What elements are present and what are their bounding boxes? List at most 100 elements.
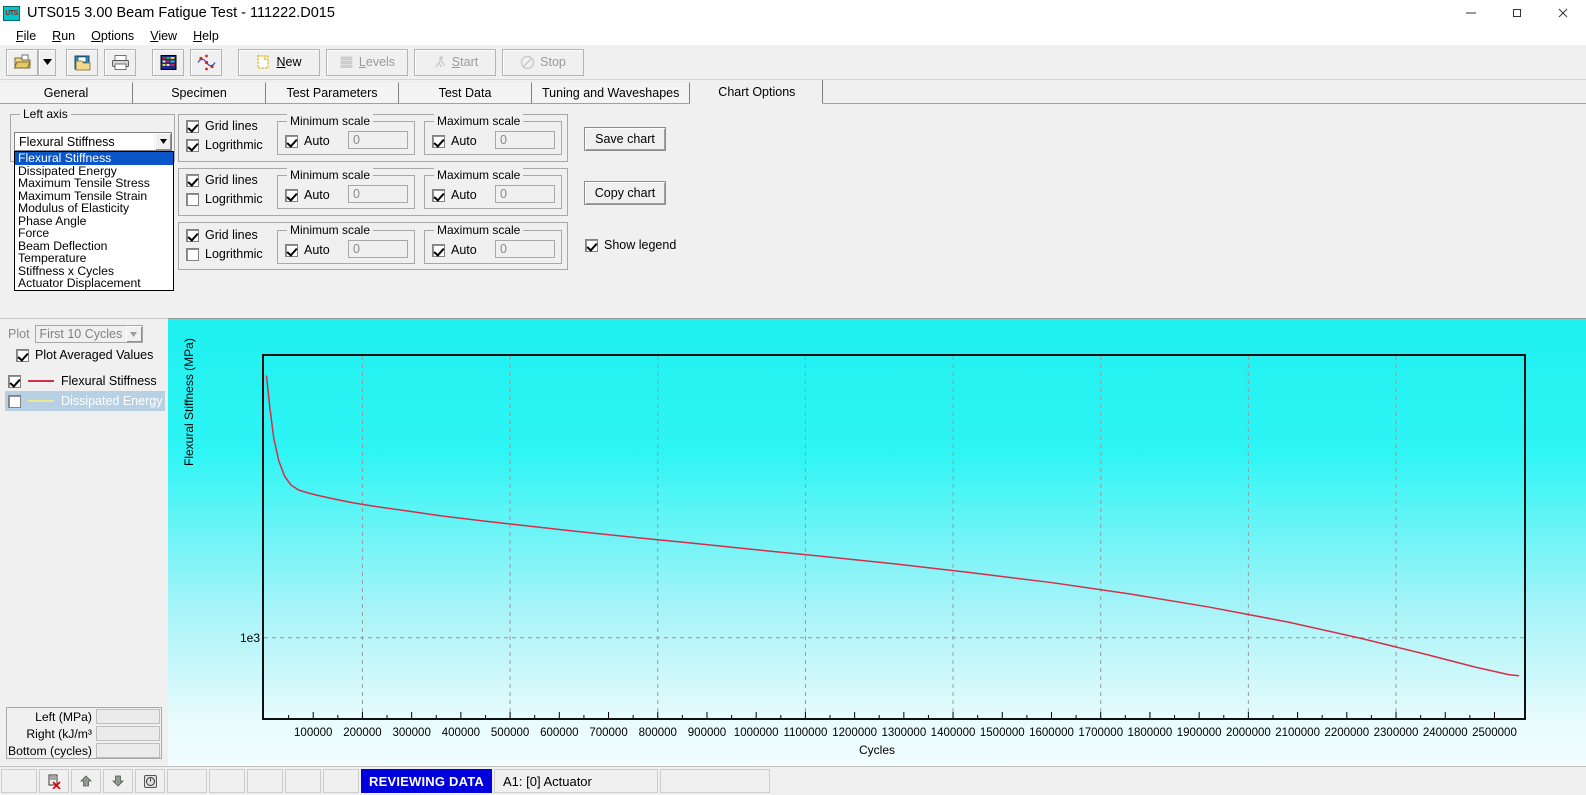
minimize-button[interactable] xyxy=(1448,0,1494,26)
chevron-down-icon xyxy=(160,139,167,144)
row2-gridlines-label: Grid lines xyxy=(205,173,258,187)
row2-min-value-input[interactable]: 0 xyxy=(348,185,408,203)
row2-min-value: 0 xyxy=(353,187,360,201)
dropdown-item-actuator-displacement[interactable]: Actuator Displacement xyxy=(15,277,173,290)
levels-button-label: Levels xyxy=(359,55,395,69)
x-axis-tick-label: 1100000 xyxy=(783,727,827,739)
open-folder-icon xyxy=(13,54,32,71)
menu-help[interactable]: Help xyxy=(185,28,227,44)
save-chart-button[interactable]: Save chart xyxy=(584,127,666,151)
row3-min-auto-checkbox[interactable]: Auto xyxy=(285,243,330,257)
menu-options[interactable]: Options xyxy=(83,28,142,44)
checkbox-glyph xyxy=(16,349,29,362)
cancel-test-icon xyxy=(47,774,62,789)
row2-min-auto-checkbox[interactable]: Auto xyxy=(285,188,330,202)
chart-view-button[interactable] xyxy=(190,49,222,76)
maximize-button[interactable] xyxy=(1494,0,1540,26)
row3-gridlines-checkbox[interactable]: Grid lines xyxy=(186,228,258,242)
copy-chart-button[interactable]: Copy chart xyxy=(584,181,666,205)
show-legend-checkbox[interactable]: Show legend xyxy=(585,238,676,252)
tab-test-data[interactable]: Test Data xyxy=(399,82,532,103)
open-file-button[interactable] xyxy=(6,49,38,76)
y-axis-tick-label: 1e3 xyxy=(240,631,260,645)
gauge-button[interactable] xyxy=(135,769,165,793)
readout-value-left xyxy=(96,709,160,724)
plot-frame[interactable]: Flexural Stiffness (MPa) 1e3 xyxy=(262,354,1526,720)
show-legend-label: Show legend xyxy=(604,238,676,252)
tab-specimen[interactable]: Specimen xyxy=(133,82,266,103)
row1-gridlines-label: Grid lines xyxy=(205,119,258,133)
legend-color-swatch xyxy=(28,380,54,382)
left-axis-combo-arrow[interactable] xyxy=(154,133,171,150)
row3-max-auto-label: Auto xyxy=(451,243,477,257)
row1-min-value-input[interactable]: 0 xyxy=(348,131,408,149)
data-grid-button[interactable] xyxy=(152,49,184,76)
row2-gridlines-checkbox[interactable]: Grid lines xyxy=(186,173,258,187)
menu-file[interactable]: FFileile xyxy=(8,28,44,44)
tab-test-parameters[interactable]: Test Parameters xyxy=(266,82,399,103)
start-button[interactable]: Start xyxy=(414,49,496,76)
plot-canvas xyxy=(264,356,1524,718)
dropdown-item-modulus-of-elasticity[interactable]: Modulus of Elasticity xyxy=(15,202,173,215)
axis-ticks-group xyxy=(289,712,1495,718)
scroll-up-button[interactable] xyxy=(71,769,101,793)
row2-max-auto-checkbox[interactable]: Auto xyxy=(432,188,477,202)
app-icon: UTS xyxy=(3,6,20,21)
title-bar: UTS UTS015 3.00 Beam Fatigue Test - 1112… xyxy=(0,0,1586,26)
dropdown-item-flexural-stiffness[interactable]: Flexural Stiffness xyxy=(15,152,173,165)
x-axis-tick-label: 1300000 xyxy=(881,727,926,739)
row3-max-value-input[interactable]: 0 xyxy=(495,240,555,258)
legend-item-dissipated-energy[interactable]: Dissipated Energy xyxy=(5,391,165,411)
plot-averaged-values-checkbox[interactable]: Plot Averaged Values xyxy=(16,348,153,362)
x-axis-tick-label: 1200000 xyxy=(832,727,877,739)
row2-max-value-input[interactable]: 0 xyxy=(495,185,555,203)
down-arrow-icon xyxy=(111,774,125,788)
row3-max-auto-checkbox[interactable]: Auto xyxy=(432,243,477,257)
left-axis-combo[interactable]: Flexural Stiffness xyxy=(14,132,172,151)
x-axis-tick-label: 2400000 xyxy=(1423,727,1468,739)
row3-min-value-input[interactable]: 0 xyxy=(348,240,408,258)
row1-max-auto-checkbox[interactable]: Auto xyxy=(432,134,477,148)
dropdown-item-maximum-tensile-stress[interactable]: Maximum Tensile Stress xyxy=(15,177,173,190)
row3-max-value: 0 xyxy=(500,242,507,256)
x-axis-tick-label: 2500000 xyxy=(1472,727,1517,739)
dropdown-item-temperature[interactable]: Temperature xyxy=(15,252,173,265)
legend-label: Dissipated Energy xyxy=(61,394,162,408)
menu-view[interactable]: View xyxy=(142,28,185,44)
plot-range-combo[interactable]: First 10 Cycles xyxy=(35,325,143,343)
checkbox-glyph[interactable] xyxy=(8,395,21,408)
row2-max-auto-label: Auto xyxy=(451,188,477,202)
tab-tuning-and-waveshapes[interactable]: Tuning and Waveshapes xyxy=(532,82,690,103)
checkbox-glyph xyxy=(285,135,298,148)
readout-label-bottom: Bottom (cycles) xyxy=(7,742,95,759)
levels-button[interactable]: Levels xyxy=(326,49,408,76)
row1-logarithmic-checkbox[interactable]: Logrithmic xyxy=(186,138,263,152)
row1-gridlines-checkbox[interactable]: Grid lines xyxy=(186,119,258,133)
plot-range-combo-arrow[interactable] xyxy=(125,326,142,342)
chart-panel[interactable]: Flexural Stiffness (MPa) 1e3 10000020000… xyxy=(168,318,1586,766)
print-button[interactable] xyxy=(104,49,136,76)
close-button[interactable] xyxy=(1540,0,1586,26)
x-axis-tick-label: 2100000 xyxy=(1275,727,1320,739)
row3-logarithmic-checkbox[interactable]: Logrithmic xyxy=(186,247,263,261)
status-badge-reviewing: REVIEWING DATA xyxy=(361,769,492,793)
cancel-test-button[interactable] xyxy=(39,769,69,793)
checkbox-glyph[interactable] xyxy=(8,375,21,388)
checkbox-glyph xyxy=(432,135,445,148)
save-file-button[interactable] xyxy=(66,49,98,76)
stop-button[interactable]: Stop xyxy=(502,49,584,76)
legend-item-flexural-stiffness[interactable]: Flexural Stiffness xyxy=(5,371,165,391)
tab-general[interactable]: General xyxy=(0,82,133,103)
row1-min-auto-checkbox[interactable]: Auto xyxy=(285,134,330,148)
menu-run[interactable]: Run xyxy=(44,28,83,44)
row2-logarithmic-checkbox[interactable]: Logrithmic xyxy=(186,192,263,206)
open-file-dropdown-button[interactable] xyxy=(38,49,56,76)
tab-chart-options[interactable]: Chart Options xyxy=(690,80,823,104)
dropdown-item-force[interactable]: Force xyxy=(15,227,173,240)
row1-max-value-input[interactable]: 0 xyxy=(495,131,555,149)
left-axis-dropdown-list[interactable]: Flexural Stiffness Dissipated Energy Max… xyxy=(14,151,174,291)
scroll-down-button[interactable] xyxy=(103,769,133,793)
stop-button-label: Stop xyxy=(540,55,566,69)
new-button[interactable]: New xyxy=(238,49,320,76)
start-runner-icon xyxy=(432,55,447,70)
